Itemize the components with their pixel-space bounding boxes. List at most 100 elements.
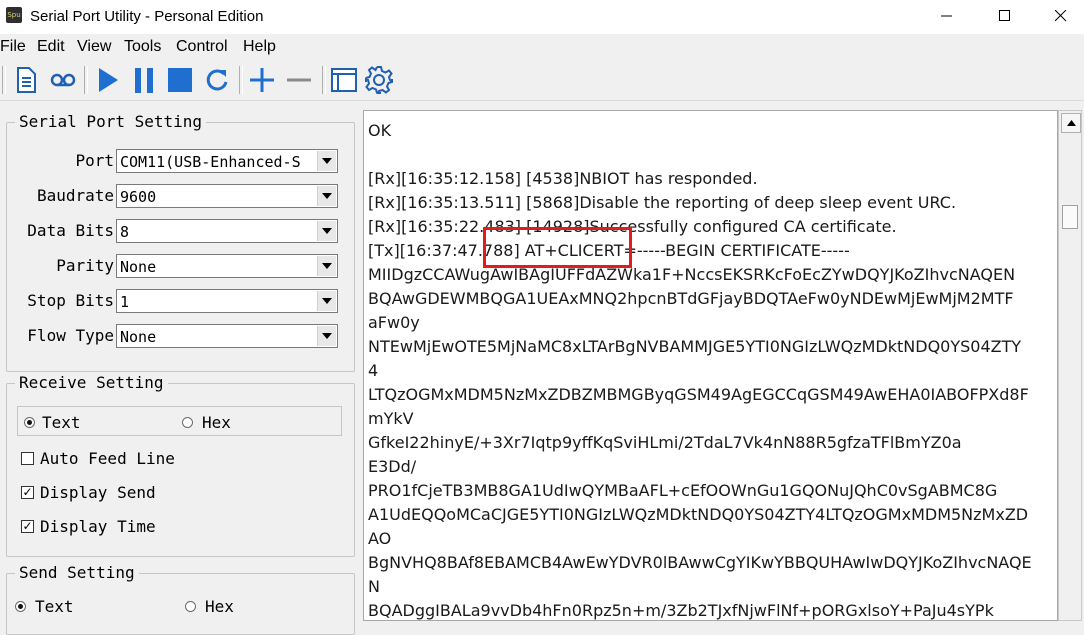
add-button[interactable] [246, 64, 278, 96]
close-button[interactable] [1038, 0, 1084, 32]
display-time-checkbox[interactable]: ✓ [21, 520, 34, 533]
log-line: BgNVHQ8BAf8EBAMCB4AwEwYDVR0lBAwwCgYIKwYB… [368, 553, 1032, 572]
baudrate-dropdown[interactable] [317, 186, 336, 206]
stop-icon [168, 68, 192, 92]
log-line: [Tx][16:37:47.788] AT+CLICERT=-----BEGIN… [368, 241, 850, 260]
flow-type-label: Flow Type [27, 326, 114, 345]
minimize-button[interactable] [924, 0, 970, 32]
highlight-box [483, 227, 632, 268]
maximize-icon [999, 10, 1010, 21]
receive-hex-radio[interactable] [182, 417, 193, 428]
data-bits-dropdown[interactable] [317, 221, 336, 241]
log-line: 4 [368, 361, 379, 380]
chevron-down-icon [322, 297, 332, 304]
pause-button[interactable] [128, 64, 160, 96]
maximize-button[interactable] [982, 0, 1028, 32]
chevron-down-icon [322, 332, 332, 339]
toolbar-separator [84, 66, 88, 94]
chevron-down-icon [322, 262, 332, 269]
receive-text-radio[interactable] [24, 417, 35, 428]
chevron-down-icon [322, 157, 332, 164]
menu-file[interactable]: File [0, 38, 26, 56]
send-setting-group: Send Setting Text Hex [6, 563, 355, 635]
data-bits-label: Data Bits [27, 221, 114, 240]
stop-bits-select[interactable]: 1 [116, 289, 338, 313]
send-text-label: Text [35, 597, 74, 616]
receive-hex-label: Hex [202, 413, 231, 432]
remove-button[interactable] [283, 64, 315, 96]
arrow-up-icon [1066, 120, 1076, 126]
send-text-radio[interactable] [15, 601, 26, 612]
stop-bits-label: Stop Bits [27, 291, 114, 310]
send-hex-label: Hex [205, 597, 234, 616]
receive-text-label: Text [42, 413, 81, 432]
log-line: aFw0y [368, 313, 420, 332]
port-label: Port [75, 151, 114, 170]
baudrate-label: Baudrate [36, 186, 114, 205]
parity-dropdown[interactable] [317, 256, 336, 276]
play-icon [99, 68, 118, 92]
send-setting-title: Send Setting [15, 563, 139, 582]
baudrate-select[interactable]: 9600 [116, 184, 338, 208]
log-line: A1UdEQQoMCaCJGE5YTI0NGIzLWQzMDktNDQ0YS04… [368, 505, 1029, 524]
refresh-button[interactable] [201, 64, 233, 96]
document-icon [17, 67, 36, 93]
close-icon [1055, 10, 1067, 22]
log-scrollbar[interactable] [1058, 110, 1082, 621]
flow-type-dropdown[interactable] [317, 326, 336, 346]
new-document-button[interactable] [10, 64, 42, 96]
port-dropdown[interactable] [317, 151, 336, 171]
stop-bits-dropdown[interactable] [317, 291, 336, 311]
display-time-label: Display Time [40, 517, 156, 536]
log-line: [Rx][16:35:22.483] [14928]Successfully c… [368, 217, 897, 236]
parity-value: None [120, 258, 157, 276]
menu-control[interactable]: Control [176, 38, 228, 56]
log-line: NTEwMjEwOTE5MjNaMC8xLTArBgNVBAMMJGE5YTI0… [368, 337, 1022, 356]
port-select[interactable]: COM11(USB-Enhanced-S [116, 149, 338, 173]
receive-log[interactable]: OK [Rx][16:35:12.158] [4538]NBIOT has re… [363, 110, 1058, 621]
flow-type-value: None [120, 328, 157, 346]
menu-view[interactable]: View [77, 38, 111, 56]
log-line: MIIDgzCCAWugAwIBAgIUFFdAZWka1F+NccsEKSRK… [368, 265, 1016, 284]
start-button[interactable] [91, 64, 123, 96]
display-send-checkbox[interactable]: ✓ [21, 486, 34, 499]
menu-tools[interactable]: Tools [124, 38, 161, 56]
parity-label: Parity [56, 256, 114, 275]
receive-setting-title: Receive Setting [15, 373, 168, 392]
record-button[interactable] [47, 64, 79, 96]
scroll-up-button[interactable] [1061, 113, 1081, 133]
log-line: [Rx][16:35:12.158] [4538]NBIOT has respo… [368, 169, 758, 188]
menu-help[interactable]: Help [243, 38, 276, 56]
window-button[interactable] [328, 64, 360, 96]
toolbar-separator [2, 66, 6, 94]
cassette-icon [50, 73, 76, 87]
scrollbar-thumb[interactable] [1062, 205, 1078, 229]
flow-type-select[interactable]: None [116, 324, 338, 348]
refresh-icon [206, 69, 228, 91]
app-icon: Spu [6, 7, 22, 23]
stop-bits-value: 1 [120, 293, 130, 311]
log-line: [Rx][16:35:13.511] [5868]Disable the rep… [368, 193, 957, 212]
toolbar-separator [239, 66, 243, 94]
log-line: BQADggIBALa9vvDb4hFn0Rpz5n+m/3Zb2TJxfNjw… [368, 601, 994, 620]
display-send-label: Display Send [40, 483, 156, 502]
send-hex-radio[interactable] [185, 601, 196, 612]
auto-feed-line-checkbox[interactable] [21, 452, 34, 465]
log-line: AO [368, 529, 392, 548]
stop-button[interactable] [164, 64, 196, 96]
receive-setting-group: Receive Setting Text Hex Auto Feed Line … [6, 373, 355, 557]
window-icon [331, 68, 357, 92]
log-line: mYkV [368, 409, 414, 428]
parity-select[interactable]: None [116, 254, 338, 278]
settings-button[interactable] [363, 64, 395, 96]
minus-icon [287, 78, 311, 82]
plus-icon [250, 68, 274, 92]
menu-edit[interactable]: Edit [37, 38, 65, 56]
chevron-down-icon [322, 192, 332, 199]
log-line: OK [368, 121, 392, 140]
toolbar-separator [322, 66, 326, 94]
data-bits-select[interactable]: 8 [116, 219, 338, 243]
log-line: N [368, 577, 380, 596]
serial-port-setting-title: Serial Port Setting [15, 112, 207, 131]
